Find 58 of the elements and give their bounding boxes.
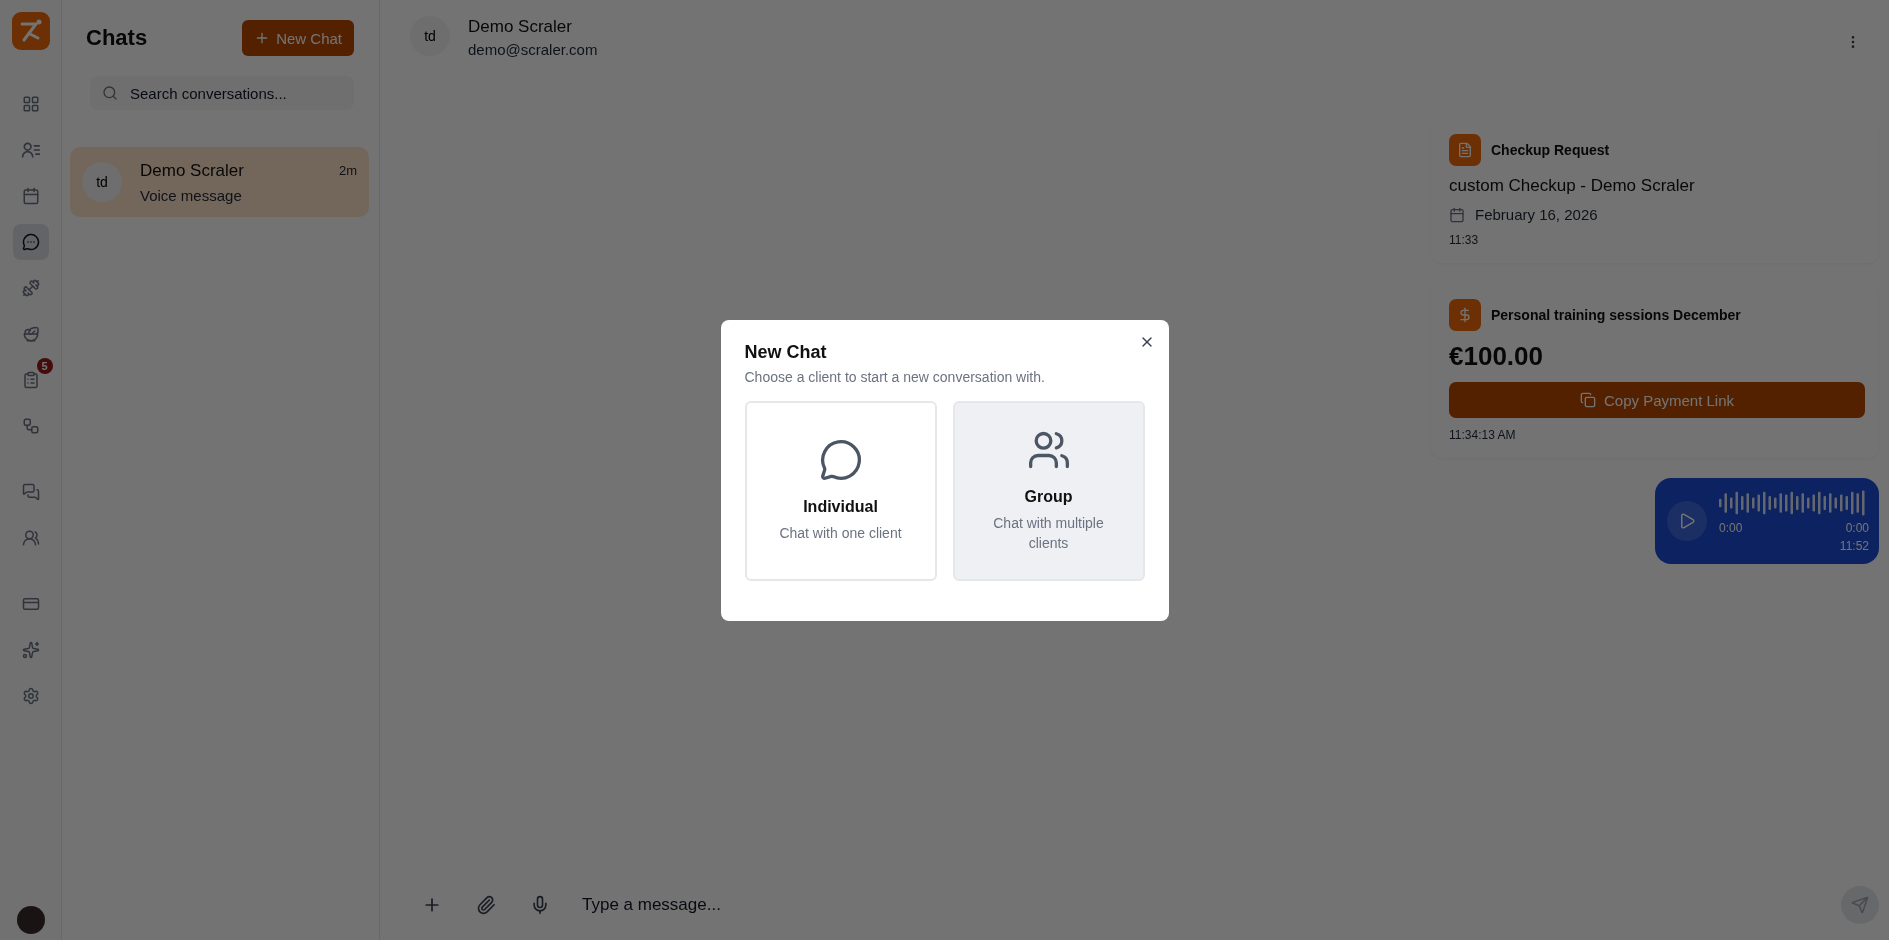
message-time: 11:33: [1449, 233, 1480, 247]
workflow-icon: [21, 417, 40, 435]
contact-avatar: td: [410, 16, 450, 56]
credit-card-icon: [21, 595, 40, 613]
card-label: Personal training sessions December: [1491, 307, 1741, 323]
payment-amount: €100.00: [1449, 341, 1544, 372]
sparkles-icon: [21, 641, 40, 659]
chat-type-option[interactable]: Group Chat with multiple clients: [952, 400, 1145, 581]
grid-icon: [21, 95, 40, 113]
contact-avatar: td: [82, 162, 122, 202]
panel-title: Chats: [86, 25, 148, 51]
user-avatar[interactable]: [16, 906, 45, 934]
dollar-icon: [1449, 299, 1481, 331]
calendar-icon: [21, 187, 40, 205]
dialog-title: New Chat: [744, 341, 828, 363]
settings-icon: [21, 687, 40, 705]
checkup-title: custom Checkup - Demo Scraler: [1449, 176, 1696, 196]
message-time: 11:34:13 AM: [1449, 428, 1517, 442]
duration: 0:00: [1845, 521, 1869, 535]
speech-bubble-icon: [818, 437, 863, 482]
playback-time: 0:00: [1719, 521, 1743, 535]
copy-payment-link-button[interactable]: Copy Payment Link: [1449, 382, 1865, 418]
option-title: Group: [1024, 487, 1073, 506]
contact-name: Demo Scraler: [140, 160, 244, 181]
copy-icon: [1579, 392, 1596, 408]
dialog-subtitle: Choose a client to start a new conversation with.: [744, 368, 1046, 385]
clipboard-icon: [21, 371, 40, 389]
messages-icon: [21, 483, 40, 501]
calendar-icon: [1449, 206, 1465, 223]
search-icon: [102, 85, 118, 101]
card-label: Checkup Request: [1491, 142, 1610, 158]
count-badge: 5: [36, 358, 53, 374]
send-button[interactable]: [1841, 886, 1879, 924]
chat-type-option[interactable]: Individual Chat with one client: [744, 400, 937, 581]
document-icon: [1449, 134, 1481, 166]
chat-bubble-icon: [21, 233, 40, 251]
message-time: 11:52: [1839, 539, 1869, 553]
app-logo[interactable]: [11, 12, 50, 50]
message-preview: Voice message: [140, 186, 243, 204]
option-description: Chat with one client: [779, 523, 902, 543]
nav-item[interactable]: [12, 224, 49, 260]
send-icon: [1851, 896, 1869, 914]
message-time: 2m: [338, 163, 357, 178]
checkup-date: February 16, 2026: [1475, 206, 1598, 223]
dumbbell-icon: [21, 279, 40, 297]
option-title: Individual: [803, 497, 878, 516]
option-description: Chat with multiple clients: [992, 513, 1105, 553]
contacts-icon: [20, 140, 41, 160]
contact-name: Demo Scraler: [468, 16, 573, 37]
microphone-icon: [530, 895, 550, 915]
bowl-icon: [21, 325, 40, 343]
contact-email: demo@scraler.com: [468, 40, 599, 58]
search-field[interactable]: Search conversations...: [90, 76, 354, 110]
play-icon: [1678, 512, 1696, 530]
conversation-item[interactable]: td Demo Scraler 2m Voice message: [70, 147, 369, 217]
team-icon: [21, 529, 40, 547]
new-chat-button[interactable]: New Chat: [242, 20, 354, 56]
paperclip-icon: [476, 895, 496, 915]
